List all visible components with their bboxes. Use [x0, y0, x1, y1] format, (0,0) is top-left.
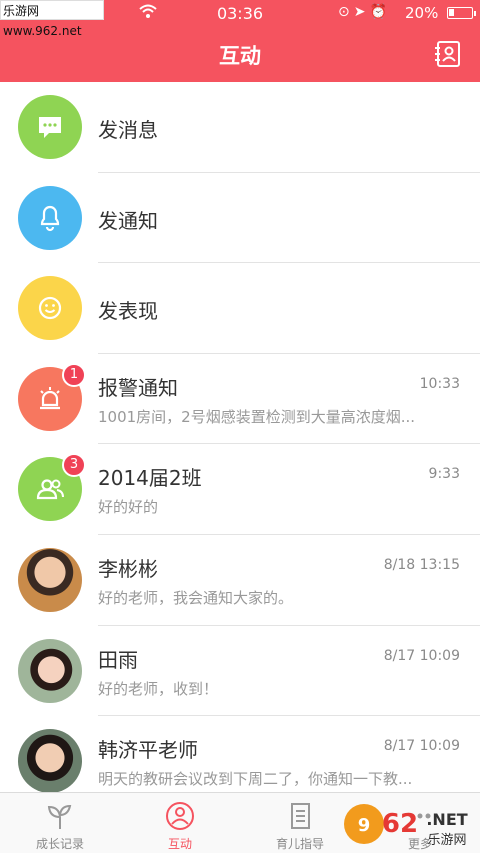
item-title: 报警通知: [98, 375, 178, 400]
item-title: 发通知: [98, 208, 158, 233]
item-preview: 好的好的: [98, 498, 159, 517]
item-preview: 1001房间，2号烟感装置检测到大量高浓度烟...: [98, 407, 416, 426]
list-item-send-notice[interactable]: 发通知: [18, 173, 480, 264]
scroll-icon: [291, 803, 310, 829]
list-item-send-message[interactable]: 发消息: [18, 82, 480, 173]
site-logo-962: 9 62 .NET 乐游网: [344, 804, 468, 848]
interaction-icon: [166, 802, 194, 830]
tab-growth-record[interactable]: 成长记录: [0, 793, 120, 853]
message-icon: [18, 95, 82, 159]
location-icon: ➤: [353, 4, 370, 20]
item-title: 田雨: [98, 647, 138, 672]
sprout-icon: [47, 804, 72, 829]
orientation-lock-icon: ⊙: [338, 4, 354, 20]
avatar-photo: [18, 547, 82, 612]
alarm-clock-icon: ⏰: [369, 4, 391, 20]
item-title: 发表现: [98, 299, 158, 324]
svg-text:62: 62: [382, 809, 418, 839]
item-time: 9:33: [428, 466, 460, 483]
smiley-icon: [18, 276, 82, 341]
item-time: 8/17 10:09: [383, 738, 460, 755]
avatar-photo: [18, 638, 82, 703]
list-item-send-performance[interactable]: 发表现: [18, 263, 480, 354]
avatar-photo: [18, 729, 82, 794]
list-item-alarm-notice[interactable]: 1 报警通知 10:33 1001房间，2号烟感装置检测到大量高浓度烟...: [18, 354, 480, 445]
svg-text:9: 9: [358, 815, 371, 836]
svg-text:乐游网: 乐游网: [427, 833, 466, 848]
contacts-icon: [435, 41, 460, 67]
item-time: 8/18 13:15: [383, 556, 460, 573]
item-title: 发消息: [98, 118, 158, 142]
item-title: 韩济平老师: [98, 738, 198, 763]
unread-badge: 1: [62, 362, 86, 387]
item-title: 李彬彬: [98, 556, 158, 581]
item-preview: 好的老师，我会通知大家的。: [98, 588, 294, 607]
contacts-button[interactable]: [434, 40, 462, 68]
battery-percent: 20%: [405, 4, 439, 22]
tab-label: 互动: [167, 837, 192, 851]
status-icons: ⊙➤⏰: [338, 4, 391, 20]
list-item-contact[interactable]: 李彬彬 8/18 13:15 好的老师，我会通知大家的。: [18, 535, 480, 626]
bell-icon: [18, 185, 82, 250]
watermark: 乐游网 www.962.net: [0, 0, 104, 38]
list-item-class-group[interactable]: 3 2014届2班 9:33 好的好的: [18, 444, 480, 535]
item-preview: 明天的教研会议改到下周二了，你通知一下教...: [98, 770, 413, 789]
item-time: 8/17 10:09: [383, 647, 460, 664]
item-preview: 好的老师，收到！: [98, 679, 219, 698]
item-time: 10:33: [419, 375, 460, 392]
item-title: 2014届2班: [98, 466, 202, 491]
svg-text:.NET: .NET: [426, 810, 467, 829]
list-item-contact[interactable]: 田雨 8/17 10:09 好的老师，收到！: [18, 626, 480, 717]
tab-label: 成长记录: [35, 837, 84, 851]
unread-badge: 3: [62, 453, 86, 478]
page-title: 互动: [219, 44, 261, 68]
tab-interaction[interactable]: 互动: [120, 793, 240, 853]
conversation-list: 发消息 发通知 发表现 1 报警通知 10:33 1001房间，2号烟感装置检测…: [0, 82, 480, 807]
battery-icon: [447, 7, 476, 19]
